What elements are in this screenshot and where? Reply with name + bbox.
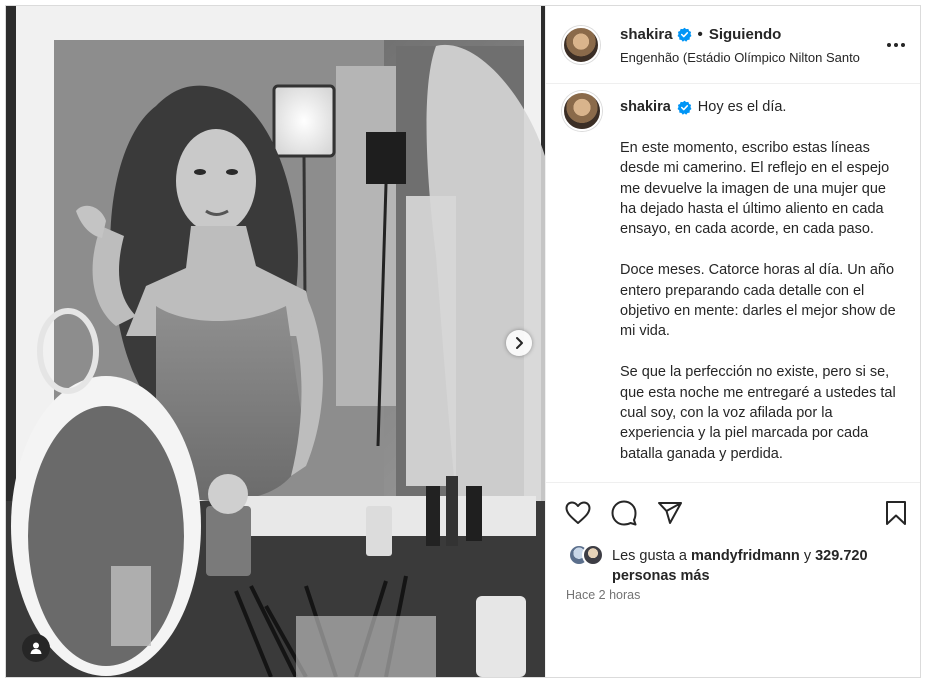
like-button[interactable] [564,499,592,527]
caption-area: shakira Hoy es el día. En este momento, … [546,85,920,482]
verified-badge-icon [677,27,692,42]
tagged-users-button[interactable] [22,634,50,662]
post-location[interactable]: Engenhão (Estádio Olímpico Nilton Santo [620,50,882,65]
caption-text: shakira Hoy es el día. En este momento, … [620,97,896,482]
bookmark-icon [886,501,906,525]
liker-avatar [582,544,604,566]
post-timestamp[interactable]: Hace 2 horas [566,588,640,602]
caption-first-line: shakira Hoy es el día. [620,97,896,117]
likes-prefix: Les gusta a [612,548,687,564]
caption-author-avatar[interactable] [562,91,602,131]
post-header: shakira • Siguiendo Engenhão (Estádio Ol… [546,6,920,84]
header-separator: • [697,26,703,43]
following-button[interactable]: Siguiendo [709,26,782,43]
likes-text: Les gusta a mandyfridmann y 329.720 pers… [612,546,912,586]
caption-username[interactable]: shakira [620,97,671,117]
share-button[interactable] [656,499,684,527]
post-card: shakira • Siguiendo Engenhão (Estádio Ol… [5,5,921,678]
liker-username[interactable]: mandyfridmann [691,548,800,564]
likes-summary: Les gusta a mandyfridmann y 329.720 pers… [564,542,904,586]
comment-button[interactable] [610,499,638,527]
likers-avatars[interactable] [568,544,608,568]
author-username[interactable]: shakira [620,26,673,43]
likes-count[interactable]: 329.720 [815,548,867,564]
more-horizontal-icon [887,43,905,47]
carousel-next-button[interactable] [506,330,532,356]
likes-connector: y [803,548,812,564]
author-avatar[interactable] [562,26,600,64]
post-photo[interactable] [6,6,545,677]
chevron-right-icon [516,337,523,349]
post-actions-bar [546,482,920,540]
caption-paragraph: Doce meses. Catorce horas al día. Un año… [620,262,896,340]
caption-headline: Hoy es el día. [697,99,787,115]
photo-illustration [6,6,545,677]
post-side-panel: shakira • Siguiendo Engenhão (Estádio Ol… [545,6,920,677]
caption-paragraph: Se que la perfección no existe, pero si … [620,364,896,462]
likes-suffix[interactable]: personas más [612,568,710,584]
save-button[interactable] [882,499,910,527]
heart-icon [565,501,591,524]
more-options-button[interactable] [884,35,908,55]
header-title-row: shakira • Siguiendo [620,26,781,43]
user-tag-icon [30,642,42,654]
paper-plane-icon [658,502,682,524]
verified-badge-icon [677,100,692,115]
comment-icon [611,500,637,526]
caption-paragraph: En este momento, escribo estas líneas de… [620,139,890,238]
